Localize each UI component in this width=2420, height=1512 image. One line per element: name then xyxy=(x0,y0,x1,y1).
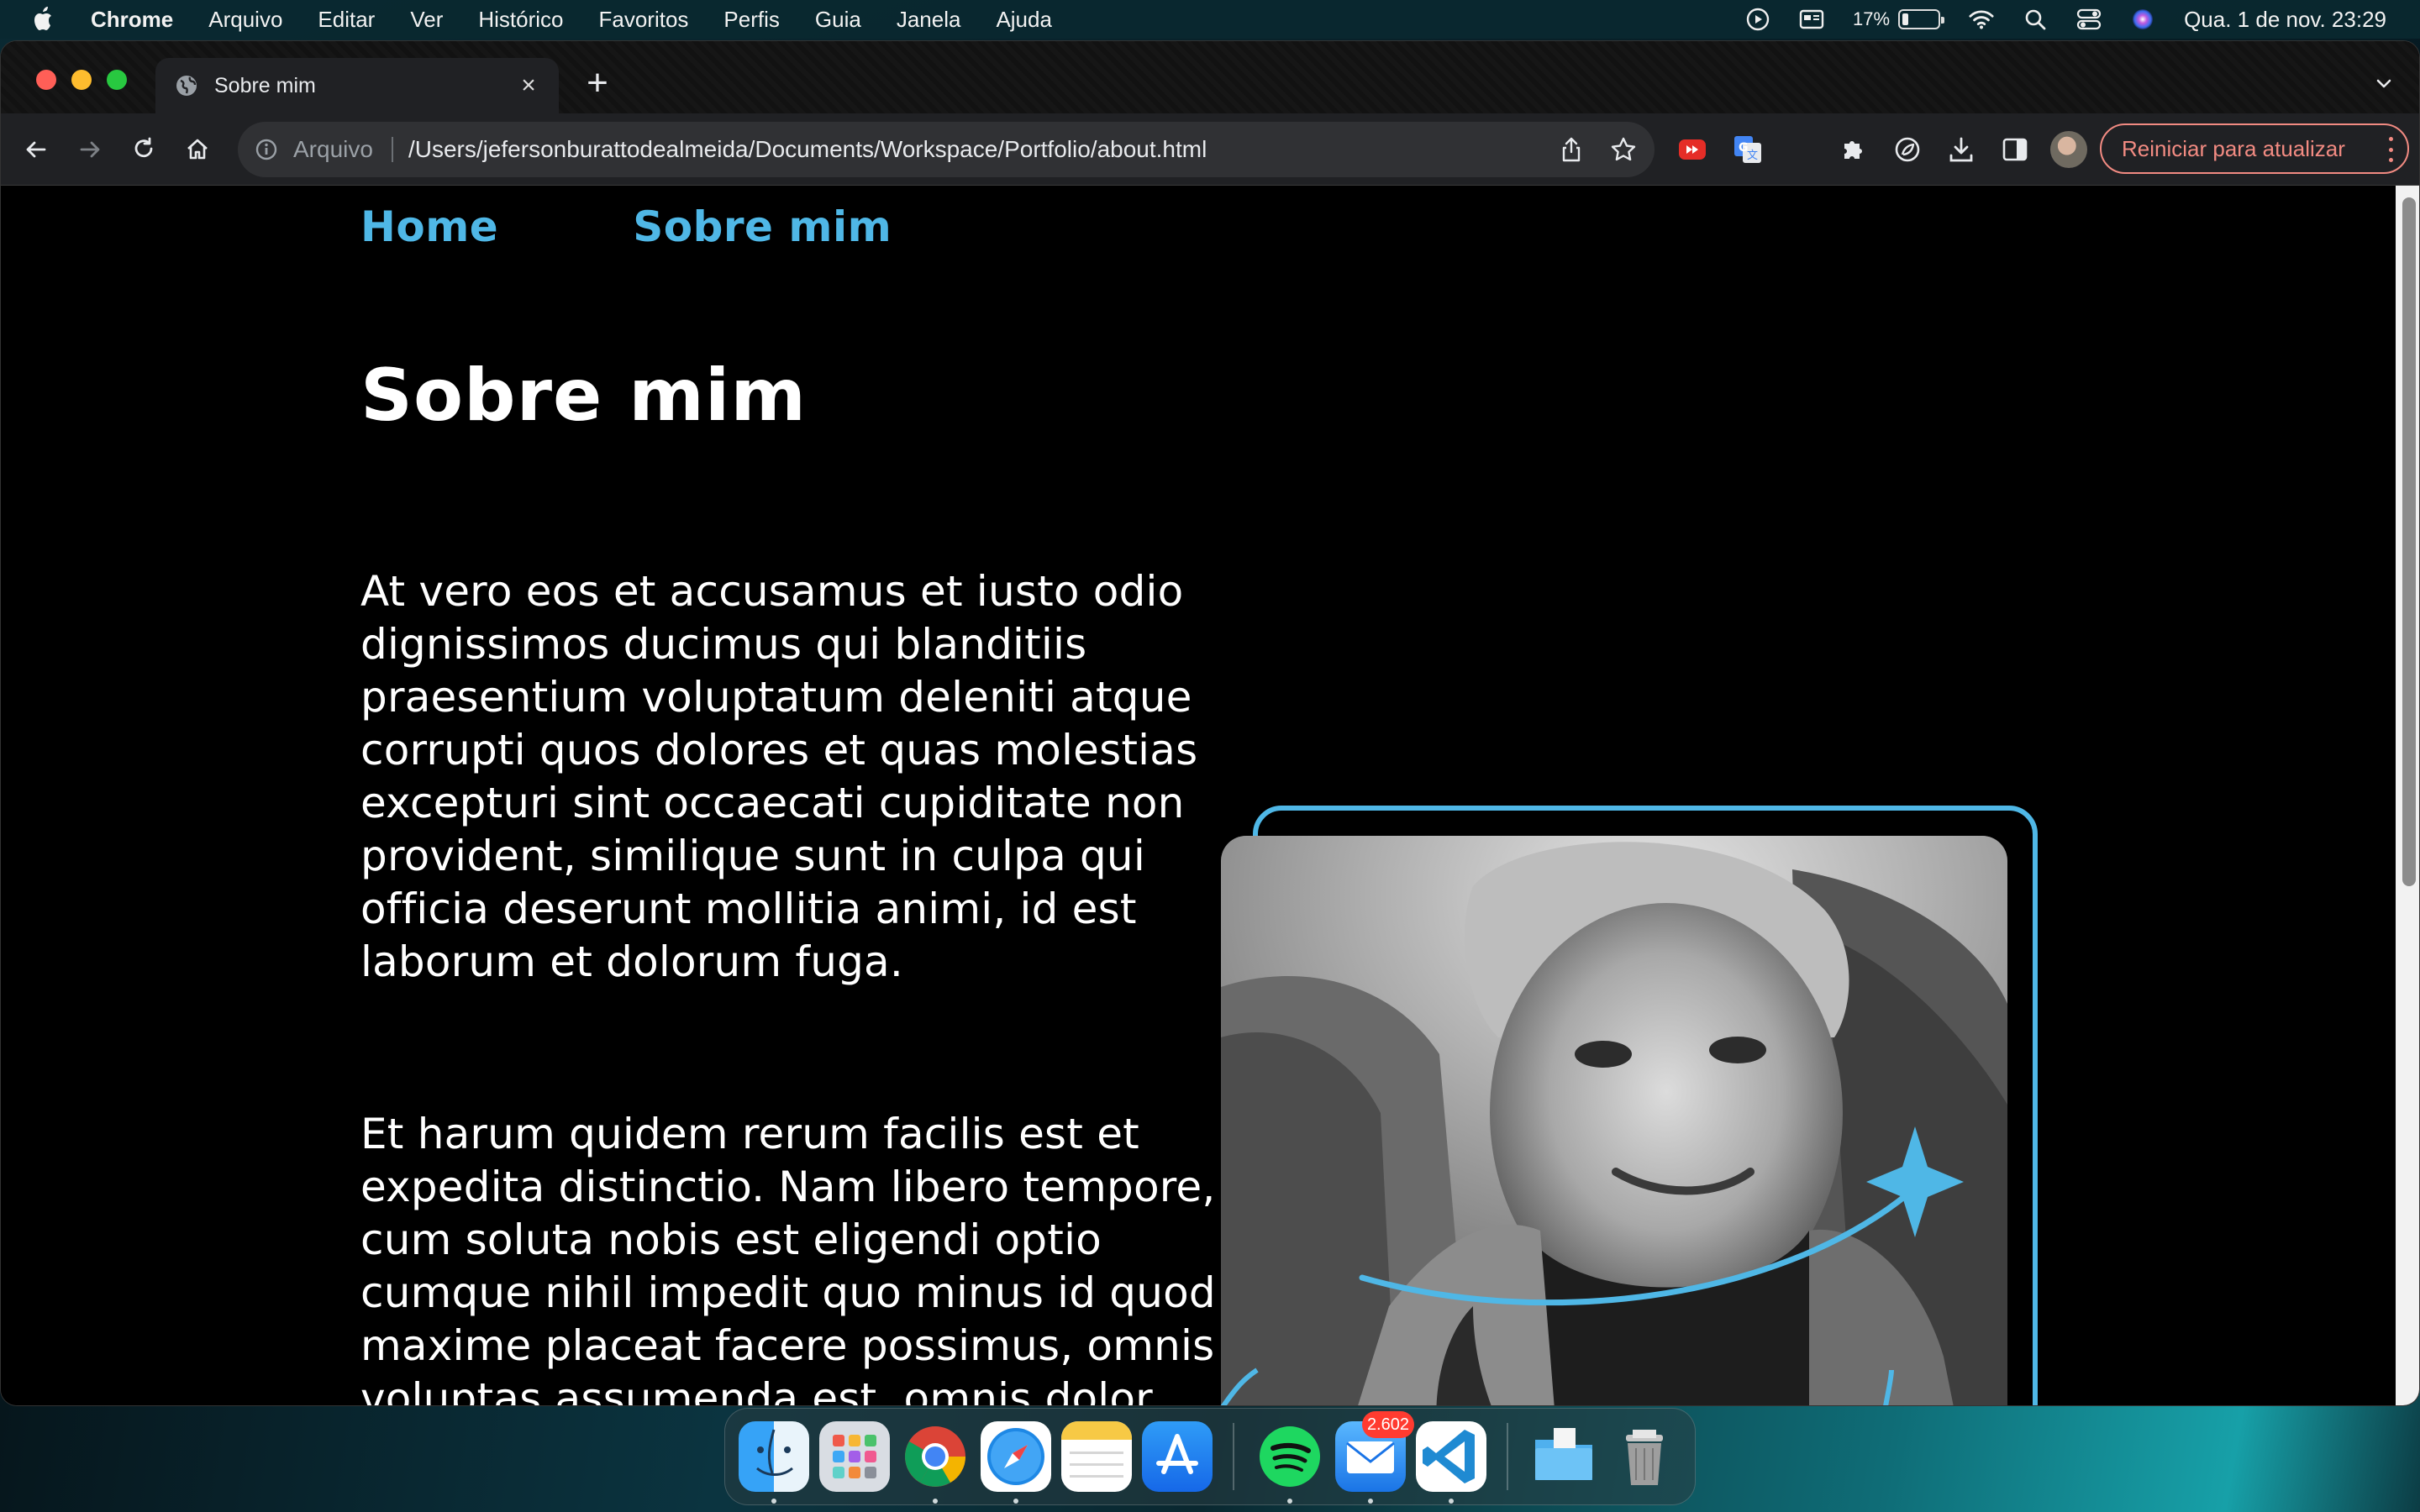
menu-ver[interactable]: Ver xyxy=(410,7,443,33)
display-icon[interactable] xyxy=(1799,7,1824,32)
menu-historico[interactable]: Histórico xyxy=(478,7,563,33)
menu-app-name[interactable]: Chrome xyxy=(91,7,173,33)
about-paragraph-2: Et harum quidem rerum facilis est et exp… xyxy=(360,1110,1216,1406)
page-viewport: Home Sobre mim Sobre mim At vero eos et … xyxy=(1,186,2419,1406)
menu-ajuda[interactable]: Ajuda xyxy=(996,7,1052,33)
bookmark-star-icon[interactable] xyxy=(1609,135,1638,164)
fullscreen-window-button[interactable] xyxy=(107,70,127,90)
control-center-icon[interactable] xyxy=(2076,7,2102,32)
relaunch-label: Reiniciar para atualizar xyxy=(2122,135,2345,161)
extensions-puzzle-icon[interactable] xyxy=(1834,130,1873,169)
performance-leaf-icon[interactable] xyxy=(1888,130,1927,169)
menu-bar: Chrome Arquivo Editar Ver Histórico Favo… xyxy=(0,0,2420,39)
battery-icon xyxy=(1898,9,1945,29)
notes-icon[interactable] xyxy=(1061,1421,1132,1492)
new-tab-button[interactable]: + xyxy=(581,65,614,102)
home-icon[interactable] xyxy=(179,131,216,168)
launchpad-icon[interactable] xyxy=(819,1421,890,1492)
scrollbar-thumb[interactable] xyxy=(2402,197,2416,886)
profile-avatar[interactable] xyxy=(2049,130,2088,169)
page-scrollbar[interactable] xyxy=(2396,186,2419,1405)
tab-search-chevron-icon[interactable] xyxy=(2370,70,2397,97)
menu-arquivo[interactable]: Arquivo xyxy=(208,7,282,33)
app-store-icon[interactable] xyxy=(1142,1421,1213,1492)
wifi-icon[interactable] xyxy=(1969,7,1994,32)
menu-janela[interactable]: Janela xyxy=(897,7,961,33)
nav-link-sobre-mim[interactable]: Sobre mim xyxy=(633,202,892,251)
menu-favoritos[interactable]: Favoritos xyxy=(599,7,689,33)
browser-window: Sobre mim × + Arquivo /Users/jefersonbur… xyxy=(0,40,2420,1406)
translate-extension-icon[interactable]: G文 xyxy=(1728,130,1767,169)
battery-percent: 17% xyxy=(1853,8,1891,29)
apple-icon[interactable] xyxy=(32,6,57,33)
minimize-window-button[interactable] xyxy=(71,70,92,90)
close-tab-icon[interactable]: × xyxy=(517,71,540,99)
menu-perfis[interactable]: Perfis xyxy=(723,7,779,33)
download-icon[interactable] xyxy=(1942,130,1981,169)
browser-toolbar: Arquivo /Users/jefersonburattodealmeida/… xyxy=(1,113,2419,186)
site-nav: Home Sobre mim xyxy=(360,202,892,251)
profile-photo xyxy=(1221,836,2007,1405)
youtube-extension-icon[interactable] xyxy=(1673,130,1712,169)
relaunch-to-update-button[interactable]: Reiniciar para atualizar xyxy=(2100,123,2409,174)
menu-clock[interactable]: Qua. 1 de nov. 23:29 xyxy=(2184,7,2386,33)
page-title: Sobre mim xyxy=(360,354,807,438)
globe-icon xyxy=(174,73,199,98)
spotlight-search-icon[interactable] xyxy=(2023,7,2048,32)
vscode-icon[interactable] xyxy=(1416,1421,1486,1504)
svg-text:文: 文 xyxy=(1747,150,1758,162)
window-controls xyxy=(36,70,127,90)
siri-icon[interactable] xyxy=(2130,7,2155,32)
menu-guia[interactable]: Guia xyxy=(815,7,861,33)
battery-level xyxy=(1902,13,1909,25)
safari-icon[interactable] xyxy=(981,1421,1051,1504)
back-arrow-icon[interactable] xyxy=(18,131,55,168)
tab-sobre-mim[interactable]: Sobre mim × xyxy=(155,58,559,113)
url-scheme-label: Arquivo xyxy=(293,136,373,162)
nav-link-home[interactable]: Home xyxy=(360,202,498,251)
trash-icon[interactable] xyxy=(1609,1421,1680,1492)
side-panel-icon[interactable] xyxy=(1996,130,2034,169)
about-paragraph-1: At vero eos et accusamus et iusto odio d… xyxy=(360,567,1198,986)
mail-icon[interactable]: 2.602 xyxy=(1335,1411,1414,1504)
spotify-icon[interactable] xyxy=(1255,1421,1325,1504)
more-menu-icon[interactable] xyxy=(2387,137,2394,162)
url-text[interactable]: /Users/jefersonburattodealmeida/Document… xyxy=(408,136,1534,163)
tab-title: Sobre mim xyxy=(214,73,316,97)
info-icon[interactable] xyxy=(255,138,278,161)
chrome-icon[interactable] xyxy=(900,1421,971,1504)
tab-strip: Sobre mim × + xyxy=(1,41,2419,113)
reload-icon[interactable] xyxy=(125,131,162,168)
share-icon[interactable] xyxy=(1557,135,1586,164)
downloads-folder-icon[interactable] xyxy=(1528,1421,1599,1492)
play-circle-icon[interactable] xyxy=(1745,7,1770,32)
battery-status[interactable]: 17% xyxy=(1853,8,1945,30)
dock: 2.602 xyxy=(724,1408,1696,1505)
mail-unread-badge: 2.602 xyxy=(1361,1411,1414,1438)
menu-editar[interactable]: Editar xyxy=(318,7,375,33)
close-window-button[interactable] xyxy=(36,70,56,90)
address-bar[interactable]: Arquivo /Users/jefersonburattodealmeida/… xyxy=(238,122,1655,177)
forward-arrow-icon[interactable] xyxy=(71,131,108,168)
finder-icon[interactable] xyxy=(739,1421,809,1504)
